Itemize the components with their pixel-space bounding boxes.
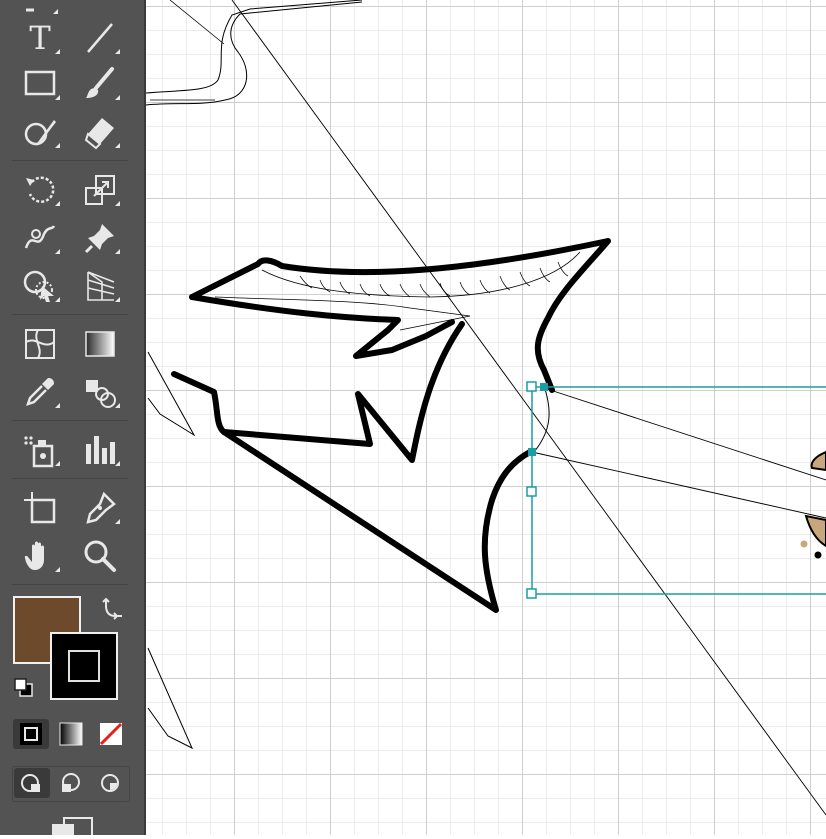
shaper-icon bbox=[24, 120, 56, 146]
black-dot bbox=[814, 551, 822, 559]
column-graph-tool[interactable] bbox=[76, 430, 124, 470]
draw-behind-button[interactable] bbox=[53, 768, 89, 798]
symbol-sprayer-icon bbox=[24, 436, 54, 468]
rotate-tool[interactable] bbox=[16, 170, 64, 210]
gradient-mode-button[interactable] bbox=[53, 719, 89, 749]
hand-tool[interactable] bbox=[16, 536, 64, 576]
tool-group-divider bbox=[12, 160, 128, 161]
pin-icon bbox=[84, 224, 114, 254]
line-icon bbox=[87, 23, 113, 53]
puppet-warp-tool[interactable] bbox=[76, 218, 124, 258]
symbol-sprayer-tool[interactable] bbox=[16, 430, 64, 470]
selection-handle-mid-left[interactable] bbox=[526, 486, 537, 497]
none-mode-button[interactable] bbox=[93, 719, 129, 749]
hand-icon bbox=[24, 541, 44, 570]
draw-inside-icon bbox=[101, 774, 119, 792]
connector-line-top bbox=[543, 387, 826, 481]
blend-icon bbox=[86, 380, 116, 408]
warp-tool[interactable] bbox=[16, 218, 64, 258]
color-mode-button[interactable] bbox=[13, 719, 49, 749]
outline-path-top bbox=[146, 0, 363, 94]
tool-group-divider bbox=[12, 420, 128, 421]
scale-tool[interactable] bbox=[76, 170, 124, 210]
selection-tool[interactable] bbox=[14, 0, 62, 18]
eraser-icon bbox=[84, 118, 114, 150]
column-graph-icon bbox=[86, 436, 115, 464]
scale-icon bbox=[85, 175, 115, 205]
rectangle-icon bbox=[24, 70, 56, 96]
selection-handle-top-left[interactable] bbox=[526, 381, 537, 392]
lower-blade-shape bbox=[171, 321, 465, 463]
zoom-icon bbox=[84, 540, 116, 572]
selection-bounding-box[interactable] bbox=[531, 386, 826, 595]
tool-group-divider bbox=[12, 314, 128, 315]
guide-line bbox=[231, 0, 826, 816]
default-fill-stroke-icon[interactable] bbox=[12, 676, 36, 700]
gradient-tool[interactable] bbox=[76, 324, 124, 364]
gradient-swatch-icon bbox=[59, 722, 83, 746]
lower-blade-bottom-edge bbox=[221, 429, 533, 613]
paintbrush-tool[interactable] bbox=[76, 64, 124, 104]
tool-group-divider bbox=[12, 478, 128, 479]
artwork bbox=[146, 0, 826, 816]
stroke-swatch-inner bbox=[68, 650, 100, 682]
shaper-tool[interactable] bbox=[16, 112, 64, 152]
tan-dot bbox=[800, 540, 808, 548]
swap-fill-stroke-icon[interactable] bbox=[100, 596, 126, 622]
draw-normal-icon bbox=[21, 774, 40, 792]
anchor-point-bottom[interactable] bbox=[528, 448, 536, 456]
perspective-grid-icon bbox=[87, 271, 115, 301]
gradient-icon bbox=[85, 331, 115, 357]
shape-builder-tool[interactable] bbox=[16, 266, 64, 306]
stroke-color-swatch[interactable] bbox=[50, 632, 118, 700]
shape-builder-icon bbox=[23, 270, 54, 302]
artboard-tool[interactable] bbox=[16, 488, 64, 528]
tan-shape bbox=[810, 450, 826, 472]
type-tool[interactable]: T bbox=[16, 18, 64, 58]
upper-blade-lower-edge bbox=[189, 294, 455, 359]
perspective-grid-tool[interactable] bbox=[76, 266, 124, 306]
tools-panel: T bbox=[0, 0, 146, 839]
anchor-point-top[interactable] bbox=[540, 383, 548, 391]
draw-normal-button[interactable] bbox=[14, 768, 50, 798]
mesh-icon bbox=[25, 329, 55, 359]
blend-tool[interactable] bbox=[76, 372, 124, 412]
paintbrush-icon bbox=[86, 67, 114, 98]
tan-shape-lower bbox=[804, 514, 826, 548]
pen-icon bbox=[86, 491, 116, 524]
artboard-canvas[interactable] bbox=[146, 0, 826, 835]
screen-mode-icon[interactable] bbox=[50, 816, 94, 839]
color-icon bbox=[20, 723, 42, 745]
mesh-tool[interactable] bbox=[16, 324, 64, 364]
draw-behind-icon bbox=[62, 773, 80, 792]
none-icon bbox=[99, 722, 123, 746]
rectangle-tool[interactable] bbox=[16, 64, 64, 104]
outline-path-top-inner bbox=[146, 1, 363, 106]
connection-curve bbox=[533, 385, 550, 453]
selection-handle-bottom-left[interactable] bbox=[526, 588, 537, 599]
type-icon: T bbox=[29, 19, 51, 57]
eyedropper-icon bbox=[26, 378, 54, 406]
pen-tool[interactable] bbox=[76, 488, 124, 528]
upper-blade-shape bbox=[189, 238, 611, 393]
eraser-tool[interactable] bbox=[76, 112, 124, 152]
artboard-icon bbox=[24, 492, 56, 524]
eyedropper-tool[interactable] bbox=[16, 372, 64, 412]
upper-blade-inner-line bbox=[214, 296, 471, 331]
line-segment-tool[interactable] bbox=[76, 18, 124, 58]
outline-wedge-bottom bbox=[147, 647, 194, 750]
draw-inside-button[interactable] bbox=[92, 768, 128, 798]
tool-group-divider bbox=[12, 584, 128, 585]
zoom-tool[interactable] bbox=[76, 536, 124, 576]
rotate-icon bbox=[26, 176, 55, 203]
connector-line-bottom bbox=[531, 451, 826, 519]
outline-wedge-middle bbox=[147, 351, 196, 437]
warp-icon bbox=[24, 225, 56, 249]
